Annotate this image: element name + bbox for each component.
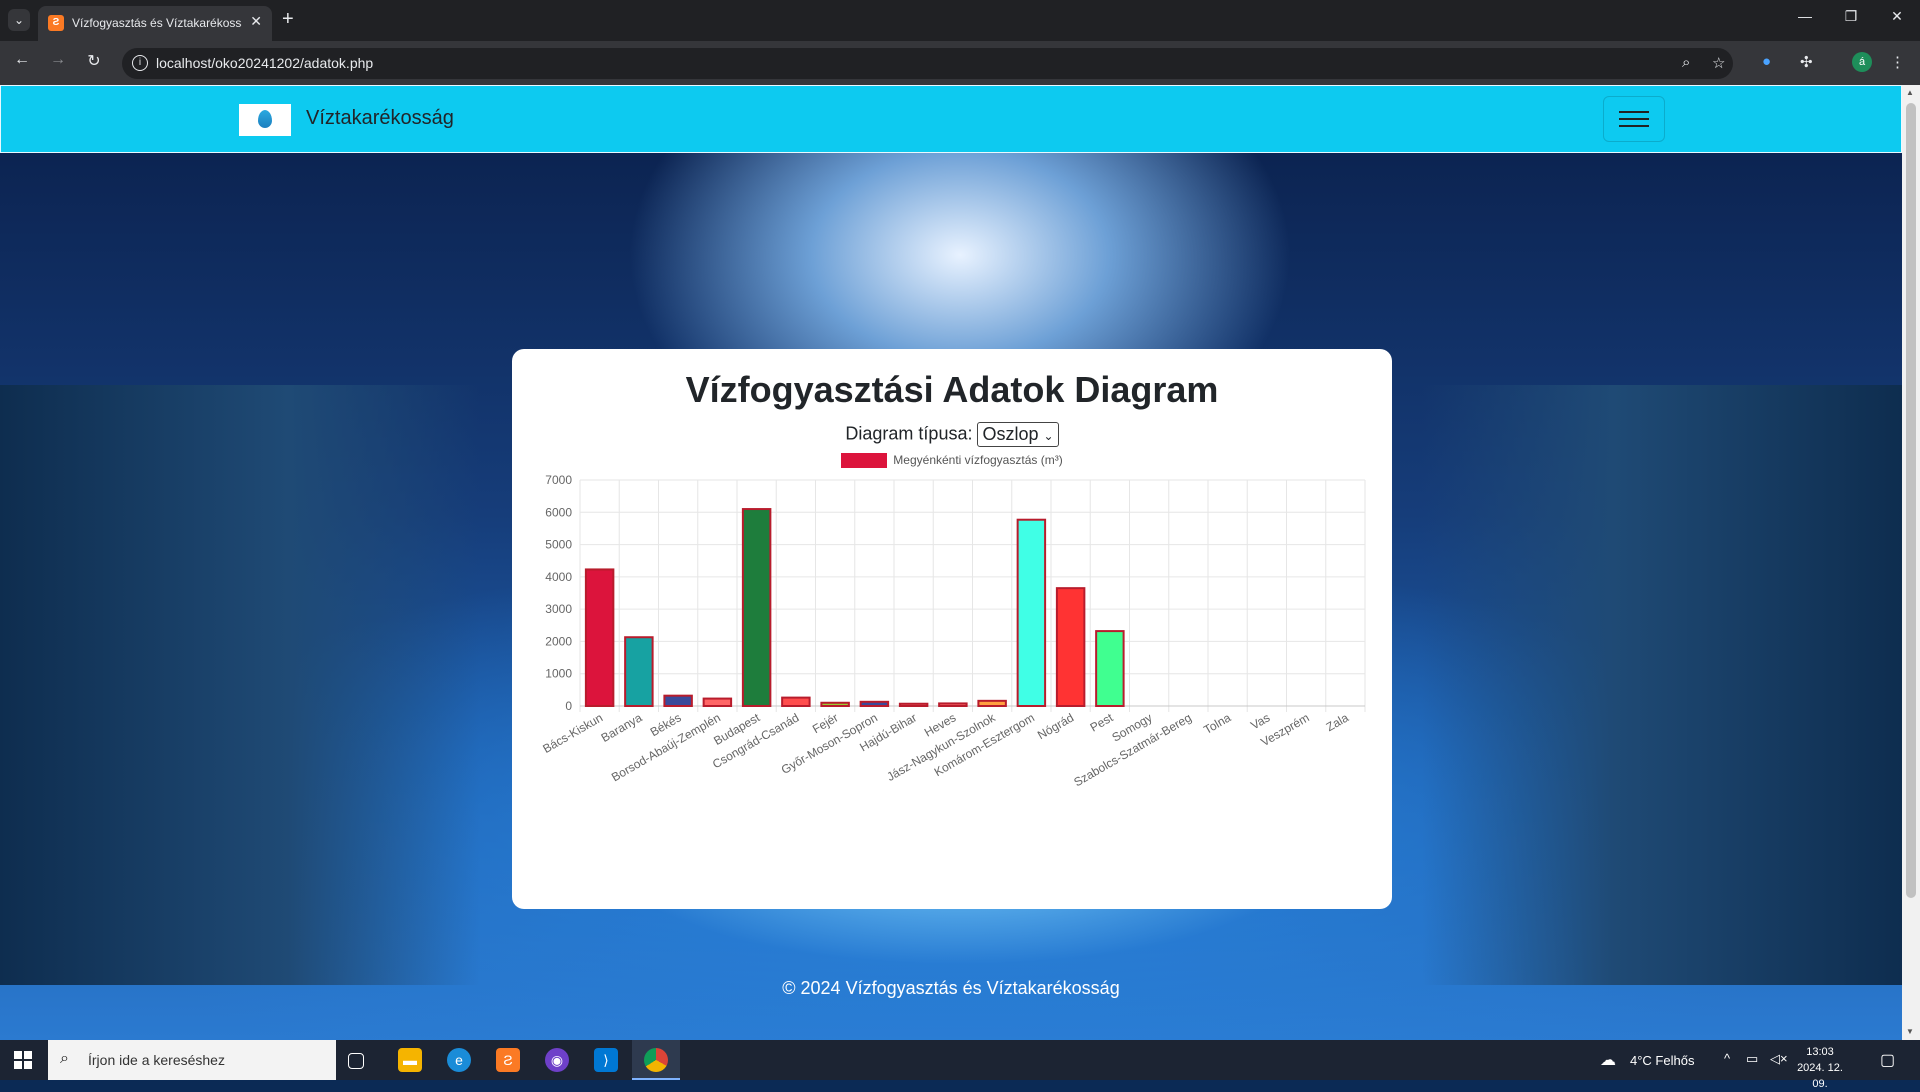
bar xyxy=(663,694,693,707)
volume-muted-icon[interactable]: ◁× xyxy=(1770,1051,1788,1067)
profile-avatar[interactable]: á xyxy=(1852,52,1872,72)
back-icon[interactable]: ← xyxy=(10,51,34,69)
bar xyxy=(1016,518,1047,708)
x-tick-label: Zala xyxy=(1324,710,1351,734)
chart-card: Vízfogyasztási Adatok Diagram Diagram tí… xyxy=(512,349,1392,909)
bar-chart: 0 1000 2000 3000 4000 5000 6000 7000 Bács-Kiskun… xyxy=(540,473,1366,789)
bar xyxy=(1095,630,1125,707)
site-info-icon[interactable]: i xyxy=(132,55,148,71)
notifications-icon[interactable]: ▢ xyxy=(1880,1050,1895,1070)
bar xyxy=(977,699,1007,708)
clock-time: 13:03 xyxy=(1806,1046,1834,1058)
background-trees-right xyxy=(1422,385,1902,985)
page-background: Víztakarékosság Vízfogyasztási Adatok Di… xyxy=(0,85,1902,1040)
page-title: Vízfogyasztási Adatok Diagram xyxy=(685,369,1219,410)
file-explorer-icon[interactable]: ▬ xyxy=(398,1048,422,1072)
browser-tab-bar: ⌄ Ƨ Vízfogyasztás és Víztakarékosság ✕ +… xyxy=(0,0,1920,41)
bar xyxy=(859,700,890,707)
bar xyxy=(820,701,850,707)
scroll-up-icon[interactable]: ▲ xyxy=(1906,88,1914,97)
tab-close-icon[interactable]: ✕ xyxy=(250,13,262,30)
extension-icon[interactable]: ● xyxy=(1762,53,1771,70)
water-drop-icon xyxy=(258,110,272,128)
network-icon[interactable]: ▭ xyxy=(1746,1051,1758,1067)
xampp-taskbar-icon[interactable]: Ƨ xyxy=(496,1048,520,1072)
github-desktop-icon[interactable]: ◉ xyxy=(545,1048,569,1072)
background-trees-left xyxy=(0,385,480,985)
tab-search-icon[interactable]: ⌄ xyxy=(8,9,30,31)
bar xyxy=(584,568,615,707)
bar xyxy=(741,508,772,707)
x-tick-label: Tolna xyxy=(1201,710,1233,737)
edge-icon[interactable]: e xyxy=(447,1048,471,1072)
y-tick-label: 3000 xyxy=(545,602,572,616)
minimize-icon[interactable]: — xyxy=(1790,8,1820,24)
forward-icon[interactable]: → xyxy=(46,51,70,69)
weather-cloud-icon[interactable]: ☁ xyxy=(1600,1050,1616,1070)
y-tick-label: 2000 xyxy=(545,634,572,648)
brand-logo[interactable] xyxy=(239,104,291,136)
browser-tab[interactable]: Ƨ Vízfogyasztás és Víztakarékosság ✕ xyxy=(38,6,272,41)
bar xyxy=(702,697,733,707)
xampp-icon: Ƨ xyxy=(48,15,64,31)
x-tick-label: Vas xyxy=(1248,710,1272,732)
clock-date: 2024. 12. 09. xyxy=(1797,1062,1843,1090)
y-tick-label: 4000 xyxy=(545,570,572,584)
menu-kebab-icon[interactable]: ⋮ xyxy=(1890,53,1905,71)
page-scrollbar[interactable]: ▲ ▼ xyxy=(1902,85,1920,1040)
address-bar[interactable]: i localhost/oko20241202/adatok.php ⌕ ☆ xyxy=(122,48,1733,79)
browser-toolbar: ← → ↻ i localhost/oko20241202/adatok.php… xyxy=(0,41,1920,85)
chart-type-label: Diagram típusa: xyxy=(845,423,973,444)
chevron-down-icon: ⌄ xyxy=(1043,429,1054,443)
chart-type-select[interactable]: Oszlop ⌄ xyxy=(977,422,1059,447)
zoom-icon[interactable]: ⌕ xyxy=(1682,54,1690,71)
reload-icon[interactable]: ↻ xyxy=(82,51,106,71)
bookmark-star-icon[interactable]: ☆ xyxy=(1712,54,1725,72)
bar xyxy=(938,702,968,708)
site-navbar: Víztakarékosság xyxy=(0,85,1902,153)
restore-icon[interactable]: ❐ xyxy=(1836,8,1866,25)
tab-title: Vízfogyasztás és Víztakarékosság xyxy=(72,16,242,30)
y-tick-label: 1000 xyxy=(545,667,572,681)
taskbar-search-box[interactable]: ⌕ Írjon ide a kereséshez xyxy=(48,1040,336,1080)
x-tick-label: Baranya xyxy=(599,710,645,745)
x-tick-label: Nógrád xyxy=(1035,710,1076,742)
bar xyxy=(781,696,811,707)
tray-chevron-icon[interactable]: ^ xyxy=(1724,1051,1730,1066)
taskbar-clock[interactable]: 13:03 2024. 12. 09. xyxy=(1790,1044,1850,1092)
y-tick-label: 5000 xyxy=(545,538,572,552)
windows-taskbar: ⌕ Írjon ide a kereséshez ▬ e Ƨ ◉ ⟩ ☁ 4°C… xyxy=(0,1040,1920,1090)
chrome-taskbar-button[interactable] xyxy=(632,1040,680,1080)
bar xyxy=(1055,587,1086,707)
brand-title[interactable]: Víztakarékosság xyxy=(306,107,454,130)
scroll-down-icon[interactable]: ▼ xyxy=(1906,1027,1914,1036)
bar xyxy=(624,636,654,707)
vscode-icon[interactable]: ⟩ xyxy=(594,1048,618,1072)
chart-type-selected: Oszlop xyxy=(982,424,1039,444)
url-text[interactable]: localhost/oko20241202/adatok.php xyxy=(156,55,373,71)
new-tab-icon[interactable]: + xyxy=(282,8,294,31)
x-tick-label: Bács-Kiskun xyxy=(540,710,605,755)
task-view-icon[interactable] xyxy=(348,1053,364,1069)
taskbar-search-placeholder: Írjon ide a kereséshez xyxy=(88,1052,225,1068)
y-tick-label: 7000 xyxy=(545,473,572,487)
close-window-icon[interactable]: ✕ xyxy=(1882,8,1912,25)
y-tick-label: 0 xyxy=(565,699,572,713)
search-icon: ⌕ xyxy=(60,1050,69,1067)
extensions-puzzle-icon[interactable]: ✣ xyxy=(1800,53,1813,71)
windows-start-icon[interactable] xyxy=(14,1051,32,1069)
chart-type-row: Diagram típusa: Oszlop ⌄ xyxy=(512,422,1392,447)
y-tick-label: 6000 xyxy=(545,505,572,519)
bar xyxy=(898,702,929,708)
footer-copyright: © 2024 Vízfogyasztás és Víztakarékosság xyxy=(782,978,1120,998)
weather-text[interactable]: 4°C Felhős xyxy=(1630,1053,1694,1068)
chrome-icon xyxy=(644,1048,668,1072)
scrollbar-thumb[interactable] xyxy=(1906,103,1916,898)
hamburger-menu-button[interactable] xyxy=(1603,96,1665,142)
